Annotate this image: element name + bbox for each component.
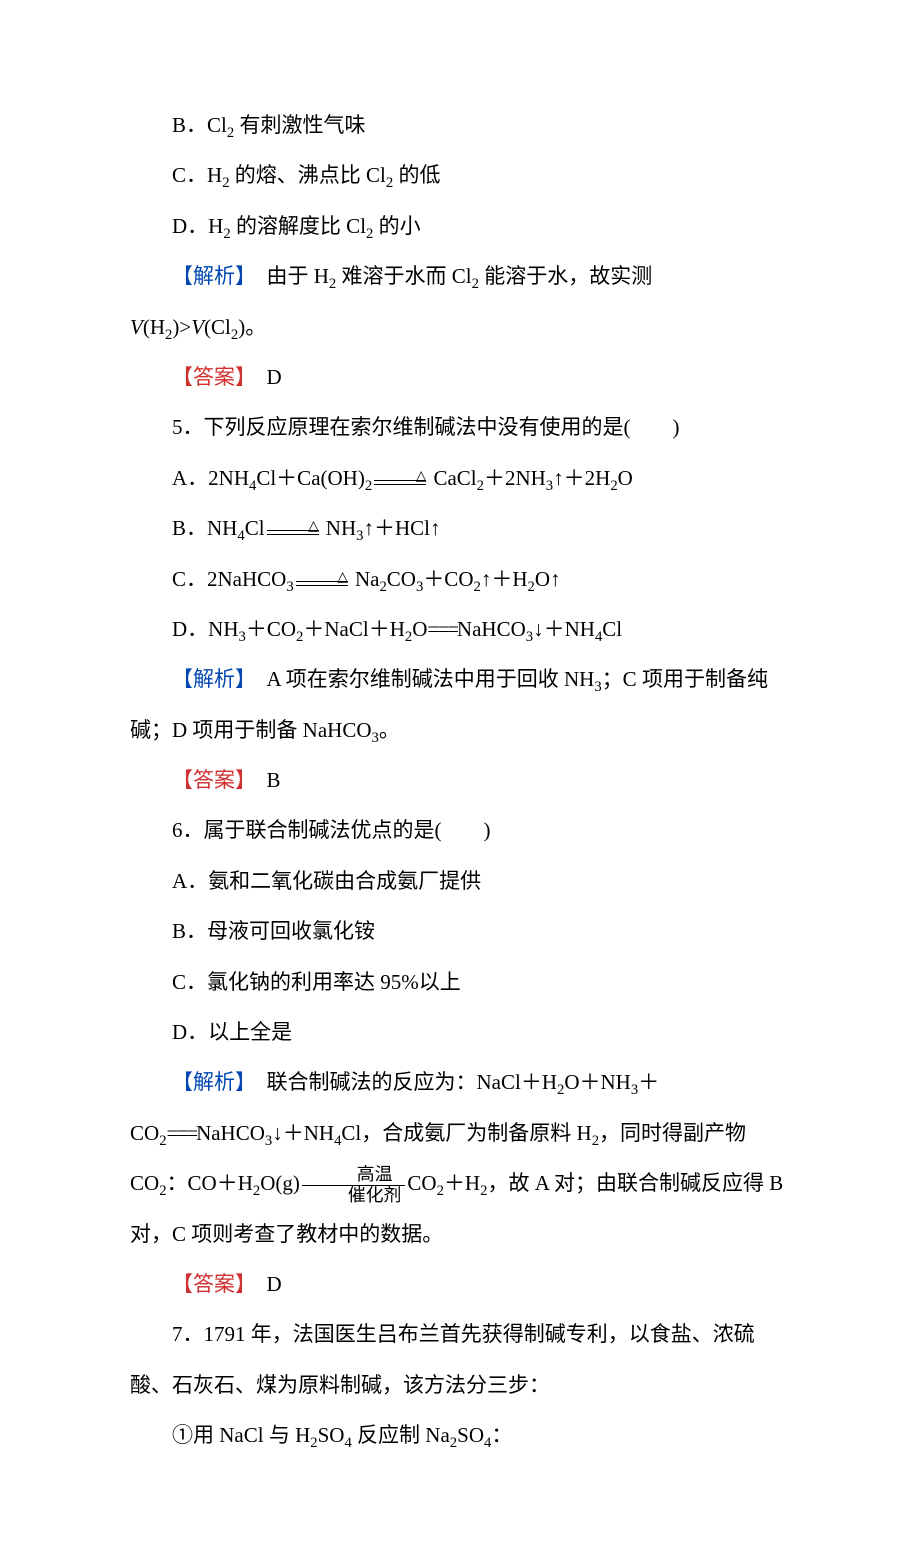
q6-analysis: 【解析】 联合制碱法的反应为：NaCl＋H2O＋NH3＋CO2===NaHCO3… — [130, 1057, 790, 1259]
q6-opt-a: A．氨和二氧化碳由合成氨厂提供 — [130, 856, 790, 906]
q6-opt-d: D．以上全是 — [130, 1007, 790, 1057]
option-c: C．H2 的熔、沸点比 Cl2 的低 — [130, 150, 790, 200]
option-d: D．H2 的溶解度比 Cl2 的小 — [130, 201, 790, 251]
answer-label: 【答案】 — [172, 768, 246, 792]
formula-v2: V — [191, 315, 204, 339]
q6-opt-b: B．母液可回收氯化铵 — [130, 906, 790, 956]
q5-opt-d-rhs: NaHCO3↓＋NH4Cl — [457, 617, 622, 641]
q7-stem: 7．1791 年，法国医生吕布兰首先获得制碱专利，以食盐、浓硫酸、石灰石、煤为原… — [130, 1309, 790, 1410]
analysis-label: 【解析】 — [172, 1070, 246, 1094]
q6-opt-c: C．氯化钠的利用率达 95%以上 — [130, 957, 790, 1007]
analysis-label: 【解析】 — [172, 667, 246, 691]
triangle-arrow-icon: △ — [296, 567, 348, 595]
analysis-label: 【解析】 — [172, 264, 246, 288]
analysis-block: 【解析】 由于 H2 难溶于水而 Cl2 能溶于水，故实测 V(H2)>V(Cl… — [130, 251, 790, 352]
q5-stem: 5．下列反应原理在索尔维制碱法中没有使用的是( ) — [130, 402, 790, 452]
formula-end: (Cl2)。 — [204, 315, 266, 339]
q5-opt-a: A．2NH4Cl＋Ca(OH)2△ CaCl2＋2NH3↑＋2H2O — [130, 453, 790, 503]
document-page: B．Cl2 有刺激性气味 C．H2 的熔、沸点比 Cl2 的低 D．H2 的溶解… — [0, 0, 920, 1541]
q5-opt-a-lhs: A．2NH4Cl＋Ca(OH)2 — [172, 466, 372, 490]
q7-step1: ①用 NaCl 与 H2SO4 反应制 Na2SO4： — [130, 1410, 790, 1460]
q5-opt-c: C．2NaHCO3△ Na2CO3＋CO2↑＋H2O↑ — [130, 554, 790, 604]
q6-stem: 6．属于联合制碱法优点的是( ) — [130, 805, 790, 855]
option-b: B．Cl2 有刺激性气味 — [130, 100, 790, 150]
q5-opt-d: D．NH3＋CO2＋NaCl＋H2O===NaHCO3↓＋NH4Cl — [130, 604, 790, 654]
q5-opt-b-rhs: NH3↑＋HCl↑ — [321, 516, 441, 540]
q5-analysis: 【解析】 A 项在索尔维制碱法中用于回收 NH3；C 项用于制备纯碱；D 项用于… — [130, 654, 790, 755]
triangle-arrow-icon: △ — [267, 516, 319, 544]
answer-value: D — [246, 365, 282, 389]
q6-answer-value: D — [246, 1272, 282, 1296]
q5-answer-value: B — [246, 768, 281, 792]
q5-opt-c-lhs: C．2NaHCO3 — [172, 567, 294, 591]
answer-label: 【答案】 — [172, 365, 246, 389]
q5-answer: 【答案】 B — [130, 755, 790, 805]
answer-label: 【答案】 — [172, 1272, 246, 1296]
equals-icon: === — [427, 617, 457, 641]
condition-fraction: 高温催化剂 — [302, 1166, 406, 1205]
q5-opt-d-lhs: D．NH3＋CO2＋NaCl＋H2O — [172, 617, 427, 641]
q5-opt-b-lhs: B．NH4Cl — [172, 516, 265, 540]
formula-mid: (H2)> — [143, 315, 191, 339]
q5-opt-c-rhs: Na2CO3＋CO2↑＋H2O↑ — [350, 567, 561, 591]
q5-opt-a-rhs: CaCl2＋2NH3↑＋2H2O — [428, 466, 633, 490]
analysis-text: 由于 H2 难溶于水而 Cl2 能溶于水，故实测 — [246, 264, 653, 288]
equals-icon: === — [167, 1121, 197, 1145]
formula-v1: V — [130, 315, 143, 339]
triangle-arrow-icon: △ — [374, 466, 426, 494]
answer-block: 【答案】 D — [130, 352, 790, 402]
q5-opt-b: B．NH4Cl△ NH3↑＋HCl↑ — [130, 503, 790, 553]
